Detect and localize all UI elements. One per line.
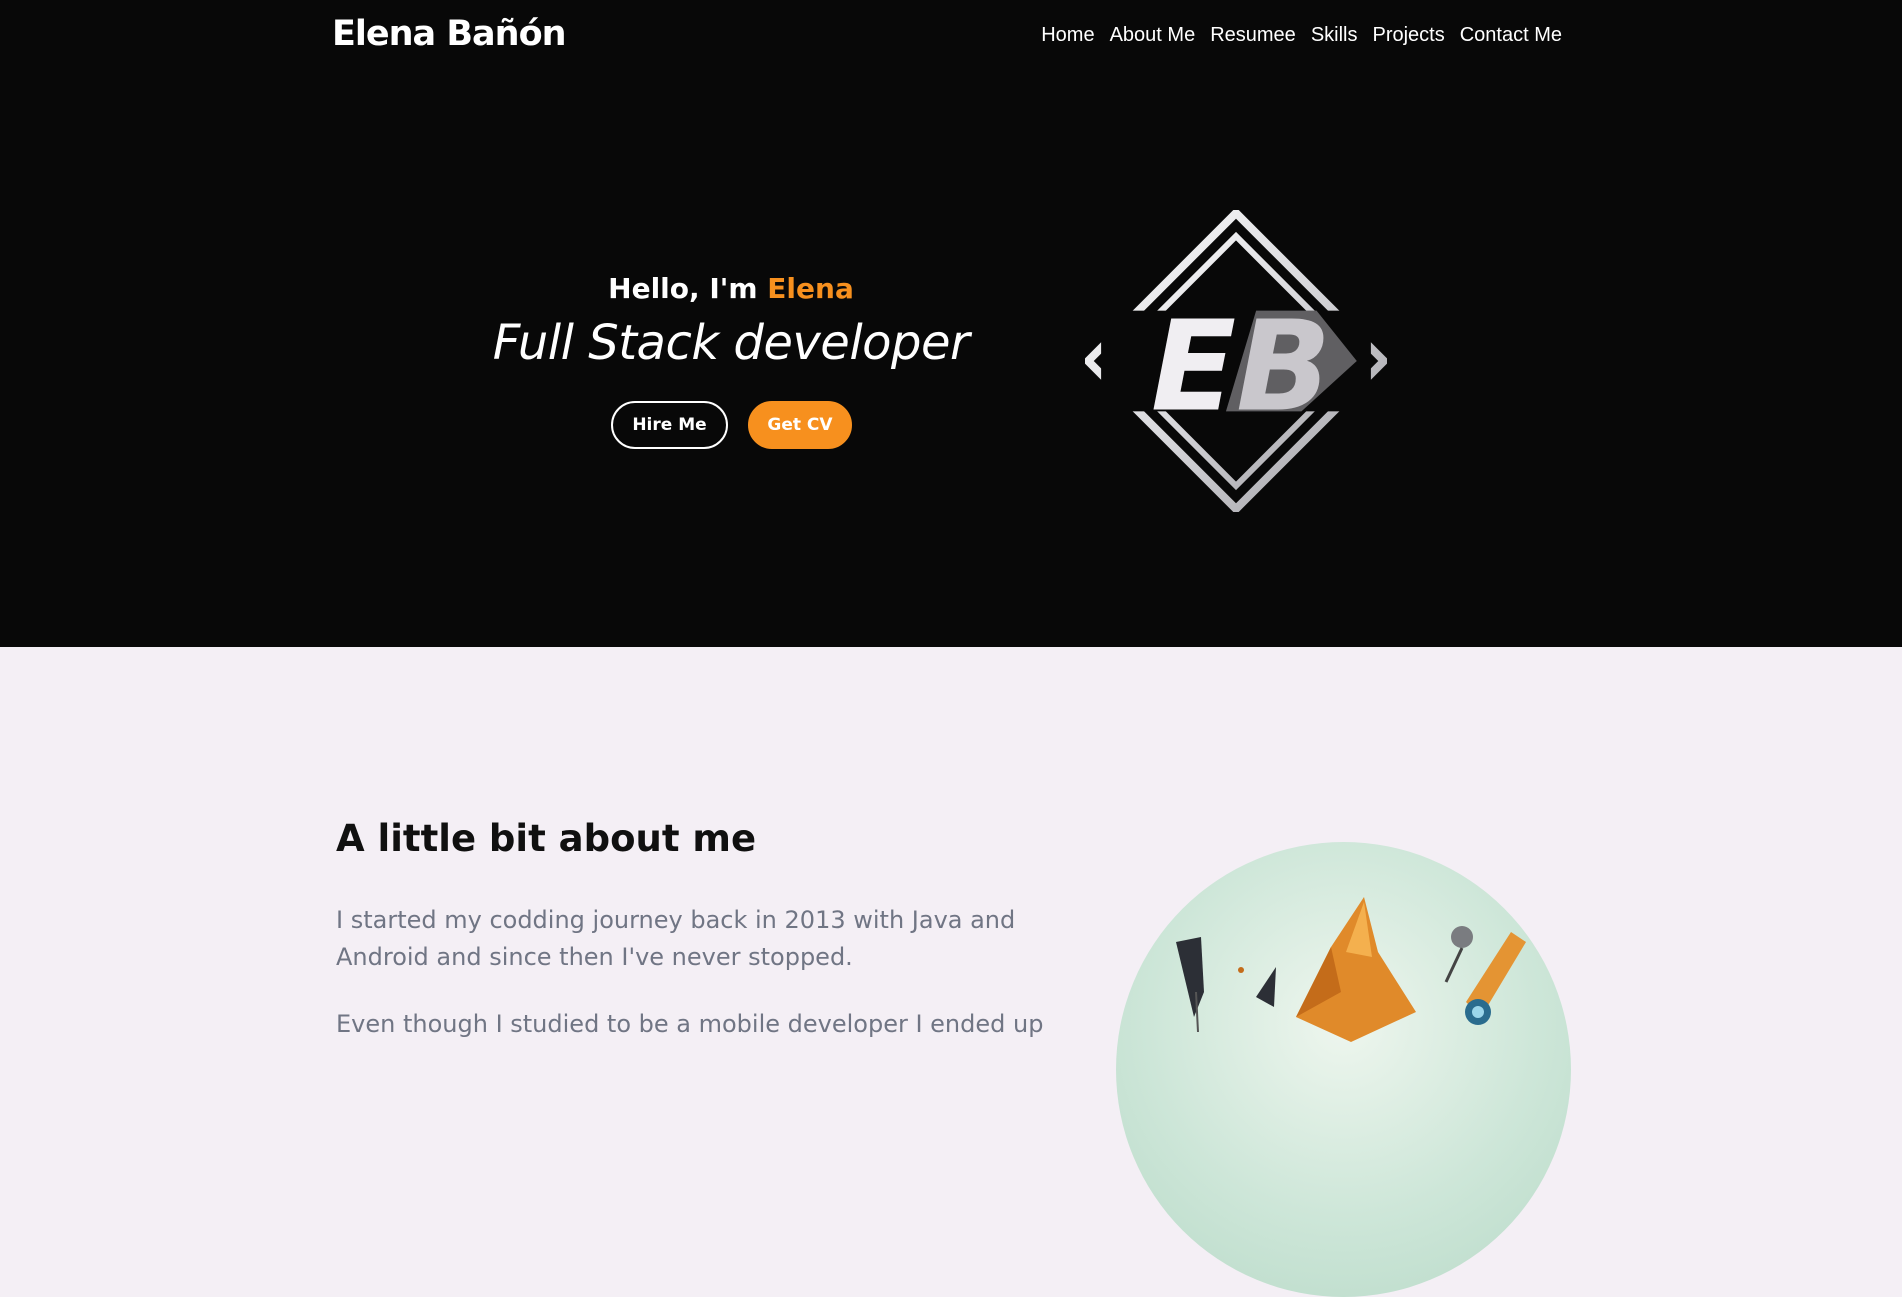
about-paragraph-2: Even though I studied to be a mobile dev… bbox=[336, 1010, 1044, 1038]
hero-section: Elena Bañón Home About Me Resumee Skills… bbox=[0, 0, 1902, 647]
robot-illustration-avatar bbox=[1116, 842, 1571, 1297]
nav-item-resumee[interactable]: Resumee bbox=[1210, 24, 1296, 47]
greeting-name: Elena bbox=[767, 272, 854, 305]
nav-item-contact-me[interactable]: Contact Me bbox=[1460, 24, 1562, 47]
about-paragraph-1: I started my codding journey back in 201… bbox=[336, 906, 1016, 971]
nav-item-home[interactable]: Home bbox=[1041, 24, 1094, 47]
nav-item-projects[interactable]: Projects bbox=[1372, 24, 1444, 47]
get-cv-button[interactable]: Get CV bbox=[748, 401, 852, 449]
hero-greeting: Hello, I'm Elena bbox=[486, 272, 976, 305]
brand-name[interactable]: Elena Bañón bbox=[332, 14, 567, 54]
main-nav: Home About Me Resumee Skills Projects Co… bbox=[1026, 24, 1562, 47]
robot-illustration-icon bbox=[1176, 897, 1526, 1042]
hire-me-button[interactable]: Hire Me bbox=[611, 401, 728, 449]
hero-text: Hello, I'm Elena Full Stack developer bbox=[486, 272, 976, 371]
hero-buttons: Hire Me Get CV bbox=[611, 401, 852, 449]
about-title: A little bit about me bbox=[336, 817, 757, 860]
nav-item-skills[interactable]: Skills bbox=[1311, 24, 1358, 47]
greeting-prefix: Hello, I'm bbox=[608, 272, 768, 305]
hero-role: Full Stack developer bbox=[492, 315, 970, 371]
eb-diamond-logo-icon: EB bbox=[1085, 210, 1387, 512]
nav-item-about-me[interactable]: About Me bbox=[1110, 24, 1196, 47]
